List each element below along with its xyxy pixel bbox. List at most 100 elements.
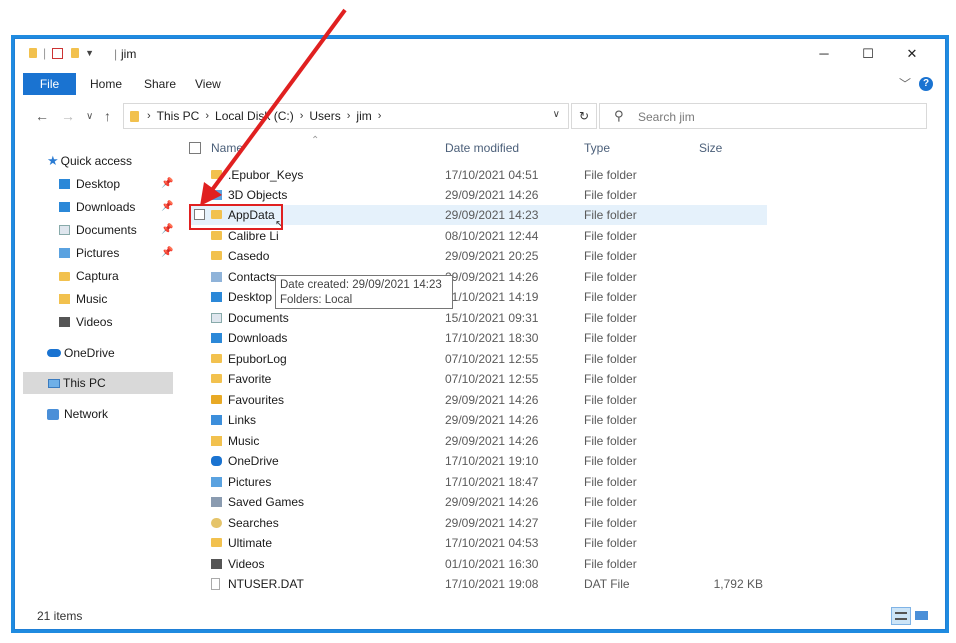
file-date: 17/10/2021 19:08 <box>445 577 539 591</box>
column-header-date-modified[interactable]: Date modified <box>445 141 519 155</box>
address-dropdown-icon[interactable]: ∨ <box>553 109 560 120</box>
file-name: Favourites <box>228 393 285 407</box>
column-header-type[interactable]: Type <box>584 141 610 155</box>
select-all-checkbox[interactable] <box>189 142 201 154</box>
sidebar-item-pictures[interactable]: Pictures 📌 <box>59 242 173 264</box>
sidebar-item-quick-access[interactable]: ★ Quick access <box>47 150 132 172</box>
favourites-icon <box>211 395 222 404</box>
file-date: 29/09/2021 14:27 <box>445 516 539 530</box>
folder-icon <box>29 48 37 58</box>
pin-icon[interactable]: 📌 <box>161 196 173 218</box>
expand-ribbon-icon[interactable]: ﹀ <box>899 75 911 92</box>
sidebar-item-this-pc[interactable]: This PC <box>23 372 173 394</box>
annotation-highlight-box <box>189 204 283 230</box>
file-type: DAT File <box>584 577 630 591</box>
file-date: 15/10/2021 09:31 <box>445 311 539 325</box>
file-type: File folder <box>584 516 637 530</box>
sidebar-item-videos[interactable]: Videos <box>59 311 112 333</box>
forward-arrow-icon[interactable]: → <box>61 108 75 124</box>
sidebar-item-desktop[interactable]: Desktop 📌 <box>59 173 173 195</box>
sidebar-item-label: OneDrive <box>64 346 115 360</box>
tab-view[interactable]: View <box>195 73 221 95</box>
table-row[interactable]: Music 29/09/2021 14:26 File folder <box>189 431 767 451</box>
file-name: Music <box>228 434 260 448</box>
file-type: File folder <box>584 475 637 489</box>
large-icons-view-icon <box>915 611 928 620</box>
file-date: 29/09/2021 14:23 <box>445 208 539 222</box>
details-view-button[interactable] <box>891 607 911 625</box>
new-folder-icon[interactable] <box>71 48 80 58</box>
file-date: 29/09/2021 14:26 <box>445 495 539 509</box>
tab-file[interactable]: File <box>23 73 76 95</box>
column-header-size[interactable]: Size <box>699 141 722 155</box>
file-icon <box>211 578 220 590</box>
status-bar: 21 items <box>15 605 945 629</box>
table-row[interactable]: Saved Games 29/09/2021 14:26 File folder <box>189 492 767 512</box>
search-input[interactable]: ⚲ Search jim <box>599 103 927 129</box>
table-row[interactable]: Favorite 07/10/2021 12:55 File folder <box>189 369 767 389</box>
ribbon: File Home Share View ﹀ ? <box>15 73 945 95</box>
maximize-button[interactable]: ☐ <box>853 44 883 64</box>
help-icon[interactable]: ? <box>919 77 933 91</box>
sidebar-item-documents[interactable]: Documents 📌 <box>59 219 173 241</box>
address-bar[interactable]: › This PC › Local Disk (C:) › Users › ji… <box>123 103 569 129</box>
table-row[interactable]: Ultimate 17/10/2021 04:53 File folder <box>189 533 767 553</box>
sidebar-item-captura[interactable]: Captura <box>59 265 119 287</box>
table-row[interactable]: Casedo 29/09/2021 20:25 File folder <box>189 246 767 266</box>
table-row[interactable]: Documents 15/10/2021 09:31 File folder <box>189 308 767 328</box>
file-type: File folder <box>584 352 637 366</box>
customize-quick-access-icon[interactable]: ▼ <box>85 48 94 58</box>
recent-locations-chevron-icon[interactable]: ∨ <box>86 111 93 122</box>
breadcrumb-jim[interactable]: jim <box>356 109 371 123</box>
breadcrumb-separator: › <box>377 110 382 122</box>
table-row[interactable]: 3D Objects 29/09/2021 14:26 File folder <box>189 185 767 205</box>
minimize-button[interactable]: ─ <box>809 44 839 64</box>
file-name: Links <box>228 413 257 427</box>
breadcrumb-this-pc[interactable]: This PC <box>157 109 200 123</box>
refresh-button[interactable]: ↻ <box>571 103 597 129</box>
table-row[interactable]: .Epubor_Keys 17/10/2021 04:51 File folder <box>189 165 767 185</box>
sidebar-item-onedrive[interactable]: OneDrive <box>47 342 115 364</box>
sidebar-item-downloads[interactable]: Downloads 📌 <box>59 196 173 218</box>
table-row[interactable]: NTUSER.DAT 17/10/2021 19:08 DAT File 1,792 … <box>189 574 767 594</box>
table-row[interactable]: Links 29/09/2021 14:26 File folder <box>189 410 767 430</box>
tooltip-folders: Folders: Local <box>280 294 353 306</box>
sidebar-item-label: This PC <box>63 376 106 390</box>
search-placeholder: Search jim <box>638 110 695 124</box>
breadcrumb-users[interactable]: Users <box>309 109 340 123</box>
tooltip: Date created: 29/09/2021 14:23 Folders: … <box>275 275 453 309</box>
table-row[interactable]: Downloads 17/10/2021 18:30 File folder <box>189 328 767 348</box>
column-header-name[interactable]: Name <box>211 141 243 155</box>
music-icon <box>211 436 222 446</box>
table-row[interactable]: Favourites 29/09/2021 14:26 File folder <box>189 390 767 410</box>
pin-icon[interactable]: 📌 <box>161 173 173 195</box>
file-date: 29/09/2021 20:25 <box>445 249 539 263</box>
pin-icon[interactable]: 📌 <box>161 219 173 241</box>
pictures-icon <box>211 477 222 487</box>
table-row[interactable]: Pictures 17/10/2021 18:47 File folder <box>189 472 767 492</box>
tab-share[interactable]: Share <box>144 73 176 95</box>
pin-icon[interactable]: 📌 <box>161 242 173 264</box>
table-row[interactable]: Videos 01/10/2021 16:30 File folder <box>189 554 767 574</box>
navigation-pane: ★ Quick access Desktop 📌 Downloads 📌 Doc… <box>15 135 173 605</box>
file-name: Pictures <box>228 475 272 489</box>
file-name: Contacts <box>228 270 276 284</box>
folder-icon <box>211 231 222 240</box>
sidebar-item-network[interactable]: Network <box>47 403 108 425</box>
breadcrumb-local-disk[interactable]: Local Disk (C:) <box>215 109 294 123</box>
file-name: .Epubor_Keys <box>228 168 304 182</box>
file-date: 07/10/2021 12:55 <box>445 372 539 386</box>
tab-home[interactable]: Home <box>90 73 122 95</box>
table-row[interactable]: OneDrive 17/10/2021 19:10 File folder <box>189 451 767 471</box>
sidebar-item-music[interactable]: Music <box>59 288 107 310</box>
large-icons-view-button[interactable] <box>912 607 932 625</box>
file-name: Favorite <box>228 372 272 386</box>
close-button[interactable]: ✕ <box>897 44 927 64</box>
up-arrow-icon[interactable]: ↑ <box>104 108 111 124</box>
file-date: 07/10/2021 12:55 <box>445 352 539 366</box>
folder-icon <box>211 354 222 363</box>
properties-icon[interactable] <box>52 47 64 59</box>
back-arrow-icon[interactable]: ← <box>35 108 49 124</box>
table-row[interactable]: EpuborLog 07/10/2021 12:55 File folder <box>189 349 767 369</box>
table-row[interactable]: Searches 29/09/2021 14:27 File folder <box>189 513 767 533</box>
